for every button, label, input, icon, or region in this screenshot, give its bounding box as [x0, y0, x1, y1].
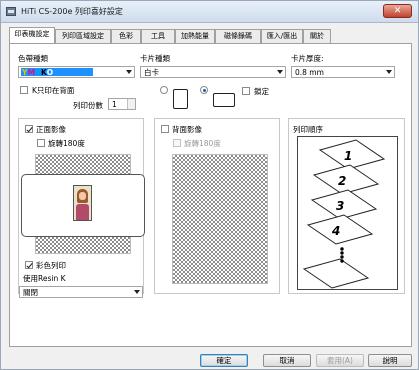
order-card-2: 2	[338, 174, 346, 188]
portrait-card-icon	[173, 89, 188, 109]
window-title: HiTi CS-200e 列印喜好設定	[21, 7, 123, 16]
lock-checkbox[interactable]	[242, 87, 250, 95]
print-order-group: 列印順序 1 2 3 4	[288, 118, 405, 294]
k-back-checkbox[interactable]	[20, 86, 28, 94]
card-thickness-label: 卡片厚度:	[291, 54, 324, 63]
front-image-label: 正面影像	[36, 125, 66, 134]
landscape-card-icon	[213, 93, 235, 107]
resin-k-label: 使用Resin K	[23, 274, 66, 283]
cancel-button[interactable]: 取消	[263, 354, 311, 367]
tab-printer-settings[interactable]: 印表機設定	[9, 27, 55, 43]
photo-thumbnail	[73, 185, 92, 221]
resin-k-select[interactable]: 關閉	[19, 286, 143, 298]
portrait-radio[interactable]	[160, 86, 168, 94]
front-image-checkbox[interactable]	[25, 125, 33, 133]
front-image-group: 正面影像 旋轉180度 彩色列印 使用Resin K	[18, 118, 145, 294]
back-image-group: 背面影像 旋轉180度	[154, 118, 280, 294]
card-type-value: 白卡	[144, 68, 159, 77]
copies-label: 列印份數	[73, 101, 103, 110]
ribbon-value: YMCKO	[22, 68, 54, 77]
card-type-select[interactable]: 白卡	[140, 66, 286, 78]
printer-settings-panel: 色帶種類 YMCKO 卡片種類 白卡 卡片厚度: 0.8 mm K只印在背面 鎖…	[9, 43, 412, 347]
copies-spinner[interactable]: 1	[108, 98, 136, 110]
back-image-label: 背面影像	[172, 125, 202, 134]
chevron-down-icon	[134, 290, 140, 294]
ribbon-type-select[interactable]: YMCKO	[18, 66, 135, 78]
ribbon-type-label: 色帶種類	[18, 54, 48, 63]
order-card-3: 3	[336, 199, 344, 213]
title-bar: HiTi CS-200e 列印喜好設定 ✕	[1, 1, 418, 23]
front-rotate-checkbox[interactable]	[37, 139, 45, 147]
landscape-radio[interactable]	[200, 86, 208, 94]
face-shape	[79, 192, 86, 200]
card-type-label: 卡片種類	[140, 54, 170, 63]
printer-icon	[6, 7, 16, 16]
chevron-down-icon	[386, 70, 392, 74]
back-preview-area	[172, 154, 268, 284]
front-rotate-label: 旋轉180度	[48, 139, 85, 148]
chevron-down-icon	[126, 70, 132, 74]
copies-value: 1	[112, 100, 117, 109]
apply-button[interactable]: 套用(A)	[316, 354, 364, 367]
card-stack-illustration: 1 2 3 4	[302, 139, 386, 289]
shirt-shape	[76, 204, 89, 220]
tab-import-export[interactable]: 匯入/匯出	[261, 29, 303, 43]
tab-heating-energy[interactable]: 加熱能量	[175, 29, 215, 43]
ok-button[interactable]: 確定	[200, 354, 248, 367]
k-back-label: K只印在背面	[32, 86, 75, 95]
print-order-diagram: 1 2 3 4	[297, 136, 398, 290]
color-print-checkbox[interactable]	[25, 261, 33, 269]
order-card-4: 4	[331, 224, 340, 238]
back-rotate-checkbox[interactable]	[173, 139, 181, 147]
dialog-window: HiTi CS-200e 列印喜好設定 ✕ 印表機設定 列印區域設定 色彩 工具…	[0, 0, 419, 370]
close-button[interactable]: ✕	[383, 4, 412, 18]
spinner-down-icon[interactable]	[127, 104, 135, 109]
tab-color[interactable]: 色彩	[111, 29, 141, 43]
card-thickness-select[interactable]: 0.8 mm	[291, 66, 395, 78]
front-card-preview	[21, 174, 145, 237]
order-card-1: 1	[344, 149, 352, 163]
chevron-down-icon	[277, 70, 283, 74]
lock-label: 鎖定	[254, 87, 269, 96]
back-rotate-label: 旋轉180度	[184, 139, 221, 148]
resin-k-value: 關閉	[23, 288, 38, 297]
back-image-checkbox[interactable]	[161, 125, 169, 133]
tab-print-area[interactable]: 列印區域設定	[55, 29, 111, 43]
tab-about[interactable]: 關於	[303, 29, 331, 43]
front-preview-area	[21, 154, 145, 254]
tab-magnetic-encoding[interactable]: 磁條錄碼	[215, 29, 261, 43]
color-print-label: 彩色列印	[36, 261, 66, 270]
card-thickness-value: 0.8 mm	[295, 68, 324, 77]
tab-tools[interactable]: 工具	[141, 29, 175, 43]
help-button[interactable]: 說明	[368, 354, 412, 367]
print-order-label: 列印順序	[293, 125, 323, 134]
